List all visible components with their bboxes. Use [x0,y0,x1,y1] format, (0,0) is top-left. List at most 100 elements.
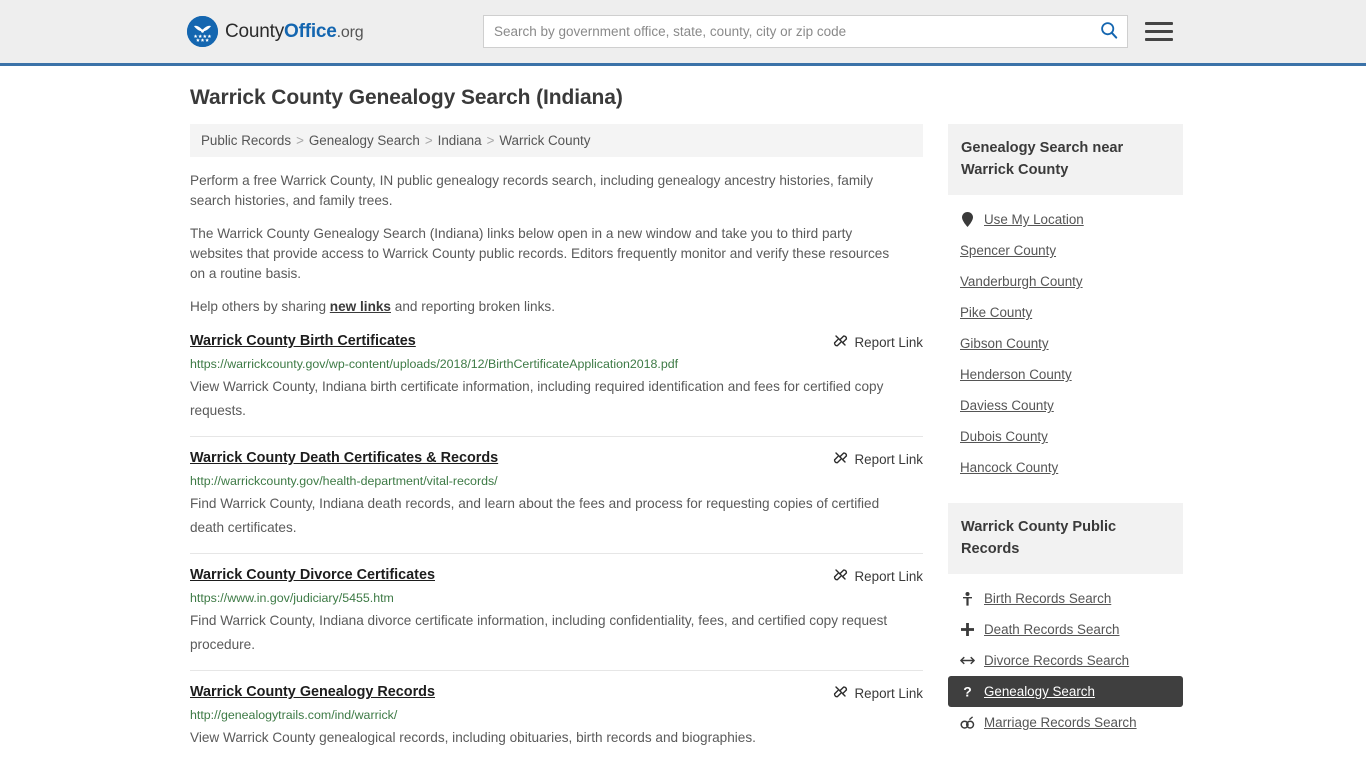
search-bar[interactable] [483,15,1128,48]
panel-spacer [948,487,1183,503]
result-description: Find Warrick County, Indiana divorce cer… [190,613,888,652]
intro-text: Perform a free Warrick County, IN public… [190,171,923,317]
sidebar: Genealogy Search near Warrick County Use… [948,124,1183,742]
sidebar-link-label[interactable]: Gibson County [960,336,1049,351]
sidebar-link-label[interactable]: Marriage Records Search [984,715,1137,730]
sidebar-item-birth-records-search[interactable]: Birth Records Search [948,583,1183,614]
intro-paragraph-3: Help others by sharing new links and rep… [190,297,906,317]
broken-link-icon [833,333,848,351]
sidebar-link-label[interactable]: Hancock County [960,460,1058,475]
report-link-button[interactable]: Report Link [833,683,923,702]
report-link-button[interactable]: Report Link [833,332,923,351]
brand-county-text: County [225,20,285,42]
sidebar-item-divorce-records-search[interactable]: Divorce Records Search [948,645,1183,676]
nearby-panel-heading: Genealogy Search near Warrick County [948,124,1183,195]
hamburger-bar [1145,29,1173,33]
sidebar-item-pike-county[interactable]: Pike County [948,297,1183,328]
sidebar-item-dubois-county[interactable]: Dubois County [948,421,1183,452]
hamburger-bar [1145,21,1173,25]
report-link-button[interactable]: Report Link [833,449,923,468]
result-title-link[interactable]: Warrick County Birth Certificates [190,332,416,351]
header-inner: CountyOffice.org [183,0,1183,63]
sidebar-link-label[interactable]: Daviess County [960,398,1054,413]
public-records-list: Birth Records Search Death Records Searc… [948,574,1183,742]
hamburger-bar [1145,37,1173,41]
sidebar-item-daviess-county[interactable]: Daviess County [948,390,1183,421]
sidebar-item-gibson-county[interactable]: Gibson County [948,328,1183,359]
eagle-shield-icon [187,16,218,47]
sidebar-item-hancock-county[interactable]: Hancock County [948,452,1183,483]
rings-icon [960,716,975,729]
brand-wordmark: CountyOffice.org [225,20,364,43]
report-link-label: Report Link [854,451,923,467]
sidebar-link-label[interactable]: Genealogy Search [984,684,1095,699]
sidebar-item-henderson-county[interactable]: Henderson County [948,359,1183,390]
sidebar-item-genealogy-search[interactable]: ? Genealogy Search [948,676,1183,707]
result-header: Warrick County Genealogy Records Report … [190,683,923,702]
page-container: Warrick County Genealogy Search (Indiana… [183,66,1183,763]
result-item: Warrick County Genealogy Records Report … [190,670,923,763]
public-records-panel: Warrick County Public Records Birth Reco… [948,503,1183,742]
result-title-link[interactable]: Warrick County Divorce Certificates [190,566,435,585]
sidebar-link-label[interactable]: Spencer County [960,243,1056,258]
map-pin-icon [960,212,975,227]
sidebar-link-label[interactable]: Birth Records Search [984,591,1111,606]
breadcrumb-item-0[interactable]: Public Records [201,133,291,148]
breadcrumb-separator: > [424,133,433,148]
result-url: https://warrickcounty.gov/wp-content/upl… [190,357,679,371]
report-link-button[interactable]: Report Link [833,566,923,585]
broken-link-icon [833,567,848,585]
breadcrumb: Public Records > Genealogy Search > Indiana >… [190,124,923,157]
search-icon [1100,21,1118,42]
result-description: View Warrick County genealogical records… [190,730,756,745]
report-link-label: Report Link [854,568,923,584]
search-button[interactable] [1091,16,1127,47]
result-title-link[interactable]: Warrick County Death Certificates & Reco… [190,449,498,468]
result-header: Warrick County Divorce Certificates Repo… [190,566,923,585]
intro-paragraph-2: The Warrick County Genealogy Search (Ind… [190,226,890,281]
new-links-link[interactable]: new links [330,299,391,314]
result-header: Warrick County Death Certificates & Reco… [190,449,923,468]
split-arrows-icon [960,655,975,666]
brand-org-text: .org [336,23,364,41]
result-url: http://warrickcounty.gov/health-departme… [190,474,498,488]
result-item: Warrick County Divorce Certificates Repo… [190,553,923,670]
sidebar-item-marriage-records-search[interactable]: Marriage Records Search [948,707,1183,738]
breadcrumb-separator: > [296,133,304,148]
result-url: http://genealogytrails.com/ind/warrick/ [190,708,398,722]
sidebar-link-label[interactable]: Use My Location [984,212,1084,227]
intro-p3-after: and reporting broken links. [391,299,555,314]
sidebar-item-spencer-county[interactable]: Spencer County [948,235,1183,266]
sidebar-item-vanderburgh-county[interactable]: Vanderburgh County [948,266,1183,297]
svg-text:?: ? [963,684,972,699]
result-item: Warrick County Birth Certificates Report… [190,330,923,436]
broken-link-icon [833,450,848,468]
sidebar-link-label[interactable]: Henderson County [960,367,1072,382]
broken-link-icon [833,684,848,702]
site-logo-link[interactable]: CountyOffice.org [187,16,364,47]
brand-office-text: Office [284,20,337,42]
content-columns: Public Records > Genealogy Search > Indiana >… [183,124,1183,763]
nearby-genealogy-panel: Genealogy Search near Warrick County Use… [948,124,1183,487]
breadcrumb-item-3[interactable]: Warrick County [499,133,590,148]
hamburger-menu-icon[interactable] [1145,17,1173,45]
breadcrumb-item-1[interactable]: Genealogy Search [309,133,420,148]
breadcrumb-item-2[interactable]: Indiana [438,133,482,148]
public-records-heading: Warrick County Public Records [948,503,1183,574]
search-input[interactable] [484,16,1091,47]
result-header: Warrick County Birth Certificates Report… [190,332,923,351]
site-header: CountyOffice.org [0,0,1366,66]
sidebar-link-label[interactable]: Vanderburgh County [960,274,1083,289]
sidebar-item-use-my-location[interactable]: Use My Location [948,204,1183,235]
breadcrumb-separator: > [486,133,495,148]
sidebar-link-label[interactable]: Pike County [960,305,1032,320]
intro-paragraph-1: Perform a free Warrick County, IN public… [190,173,874,208]
result-title-link[interactable]: Warrick County Genealogy Records [190,683,435,702]
sidebar-link-label[interactable]: Dubois County [960,429,1048,444]
main-column: Public Records > Genealogy Search > Indiana >… [183,124,923,763]
sidebar-link-label[interactable]: Death Records Search [984,622,1119,637]
sidebar-link-label[interactable]: Divorce Records Search [984,653,1129,668]
page-title: Warrick County Genealogy Search (Indiana… [190,86,623,109]
report-link-label: Report Link [854,685,923,701]
sidebar-item-death-records-search[interactable]: Death Records Search [948,614,1183,645]
